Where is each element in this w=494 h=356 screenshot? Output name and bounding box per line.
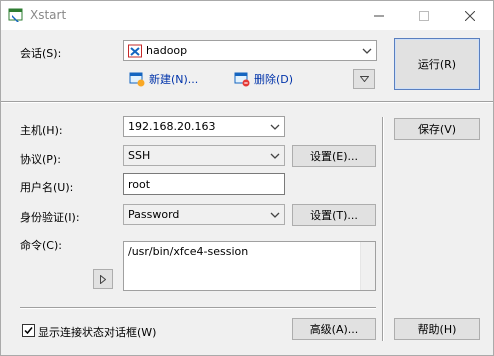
username-field[interactable]: root bbox=[123, 173, 285, 195]
triangle-right-icon bbox=[100, 274, 106, 284]
new-session-button[interactable]: 新建(N)... bbox=[129, 71, 198, 87]
delete-session-label: 删除(D) bbox=[254, 73, 294, 86]
session-menu-button[interactable] bbox=[353, 69, 375, 89]
run-label: 运行(R) bbox=[417, 58, 457, 71]
command-textarea[interactable]: /usr/bin/xfce4-session bbox=[123, 241, 376, 291]
new-session-label: 新建(N)... bbox=[149, 73, 199, 86]
triangle-down-icon bbox=[359, 76, 369, 82]
save-label: 保存(V) bbox=[417, 123, 457, 136]
protocol-select[interactable]: SSH bbox=[123, 145, 285, 166]
username-value: root bbox=[128, 178, 151, 191]
session-value: hadoop bbox=[146, 44, 188, 57]
chevron-down-icon bbox=[270, 124, 280, 130]
auth-select[interactable]: Password bbox=[123, 204, 285, 225]
delete-session-button[interactable]: 删除(D) bbox=[234, 71, 293, 87]
run-button[interactable]: 运行(R) bbox=[394, 38, 480, 90]
auth-value: Password bbox=[128, 208, 180, 221]
close-button[interactable] bbox=[447, 1, 493, 30]
auth-label: 身份验证(I): bbox=[20, 211, 80, 224]
session-icon bbox=[128, 44, 142, 58]
command-menu-button[interactable] bbox=[93, 269, 113, 289]
host-value: 192.168.20.163 bbox=[128, 120, 216, 133]
minimize-button[interactable] bbox=[356, 1, 402, 30]
auth-settings-button[interactable]: 设置(T)... bbox=[292, 204, 376, 226]
advanced-button[interactable]: 高级(A)... bbox=[292, 318, 376, 340]
show-status-label: 显示连接状态对话框(W) bbox=[38, 326, 157, 339]
chevron-down-icon bbox=[270, 212, 280, 218]
show-status-checkbox[interactable] bbox=[22, 324, 35, 337]
chevron-down-icon bbox=[362, 48, 372, 54]
minimize-icon bbox=[374, 15, 384, 16]
xstart-app-icon bbox=[8, 8, 23, 22]
protocol-settings-button[interactable]: 设置(E)... bbox=[292, 145, 376, 167]
help-label: 帮助(H) bbox=[417, 323, 457, 336]
session-select[interactable]: hadoop bbox=[123, 40, 377, 61]
auth-settings-label: 设置(T)... bbox=[310, 209, 358, 222]
session-label: 会话(S): bbox=[20, 47, 62, 60]
checkmark-icon bbox=[24, 327, 33, 335]
username-label: 用户名(U): bbox=[20, 181, 74, 194]
window-title: Xstart bbox=[30, 8, 67, 22]
xstart-window: Xstart 会话(S): hadoop 新建(N)... 删除(D) 运行(R… bbox=[0, 0, 494, 356]
divider-top bbox=[1, 101, 493, 103]
help-button[interactable]: 帮助(H) bbox=[394, 318, 480, 340]
host-combo[interactable]: 192.168.20.163 bbox=[123, 116, 285, 137]
close-icon bbox=[465, 10, 475, 21]
command-value: /usr/bin/xfce4-session bbox=[128, 245, 249, 258]
save-button[interactable]: 保存(V) bbox=[394, 118, 480, 140]
delete-session-icon bbox=[234, 72, 250, 87]
protocol-settings-label: 设置(E)... bbox=[309, 150, 359, 163]
command-scrollbar[interactable] bbox=[360, 242, 375, 290]
maximize-button[interactable] bbox=[401, 1, 447, 30]
advanced-label: 高级(A)... bbox=[309, 323, 359, 336]
host-label: 主机(H): bbox=[20, 124, 63, 137]
divider-vertical bbox=[382, 117, 384, 341]
command-label: 命令(C): bbox=[20, 239, 62, 252]
protocol-label: 协议(P): bbox=[20, 153, 61, 166]
protocol-value: SSH bbox=[128, 149, 151, 162]
new-session-icon bbox=[129, 72, 145, 87]
divider-bottom bbox=[20, 307, 376, 309]
maximize-icon bbox=[419, 10, 429, 21]
chevron-down-icon bbox=[270, 153, 280, 159]
title-bar: Xstart bbox=[1, 1, 493, 30]
